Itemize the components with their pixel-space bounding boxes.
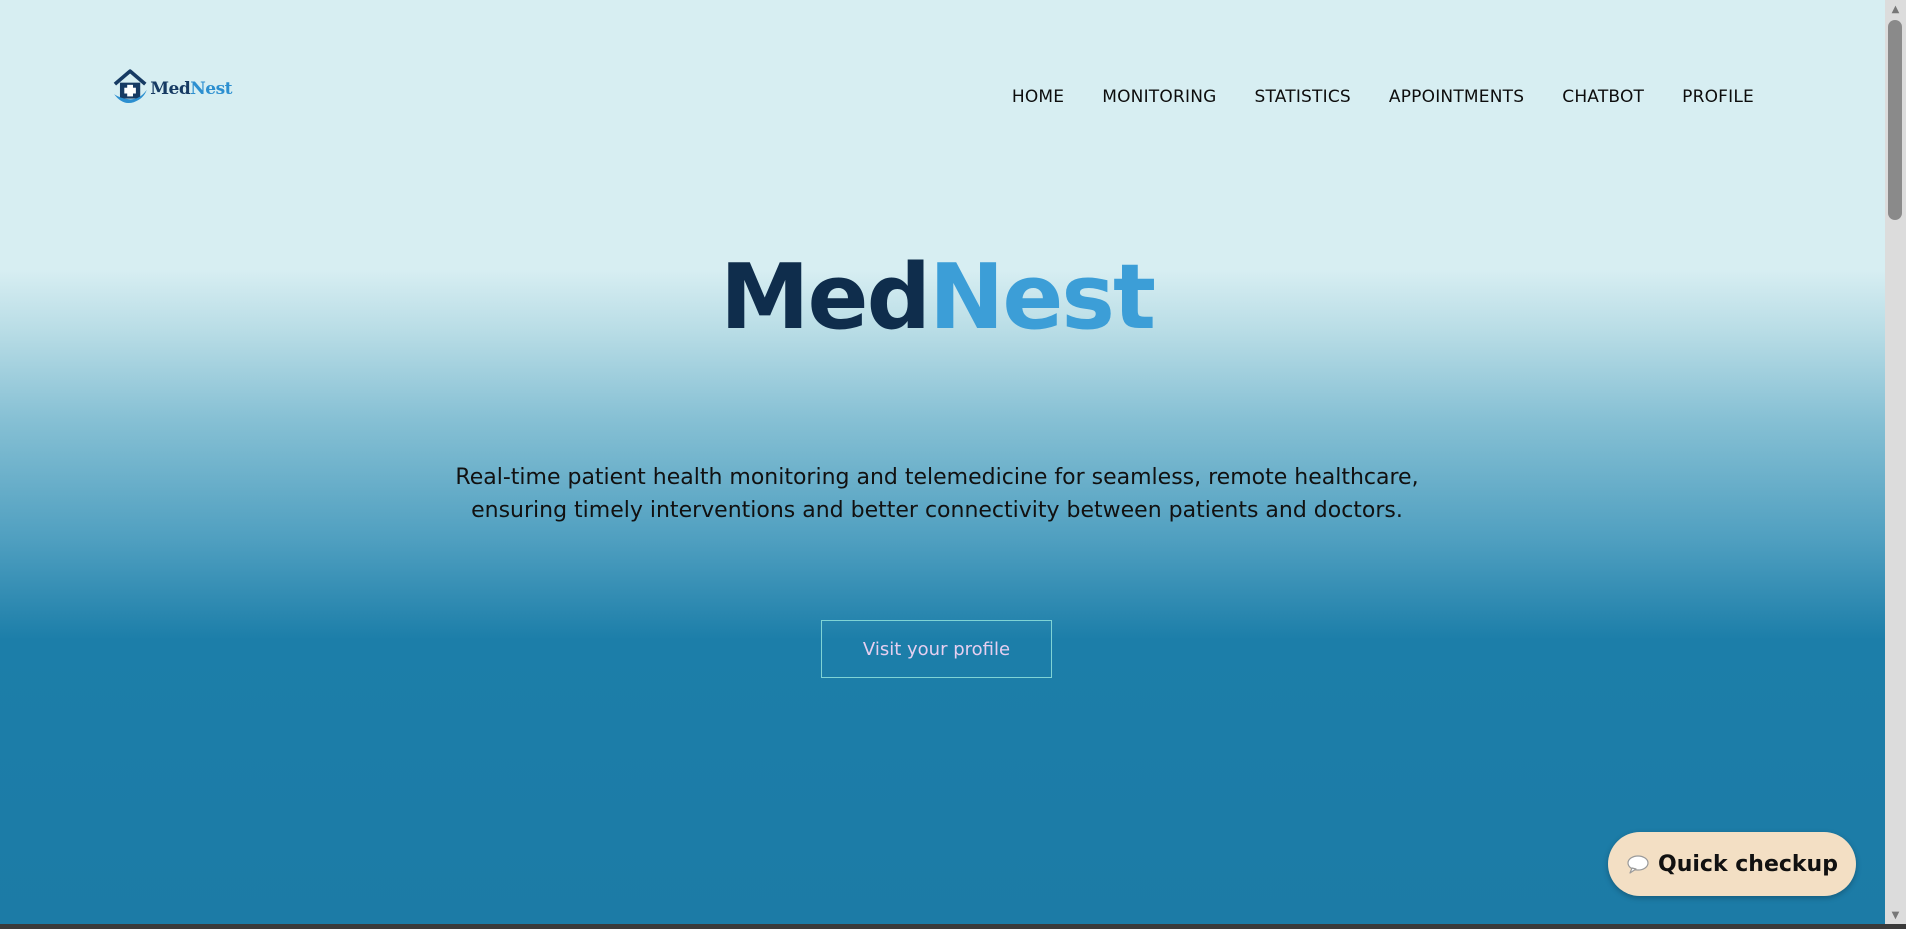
- tagline-line-2: ensuring timely interventions and better…: [471, 498, 1403, 523]
- nav-profile[interactable]: PROFILE: [1682, 87, 1754, 107]
- house-cross-icon: [113, 69, 147, 104]
- nav-appointments[interactable]: APPOINTMENTS: [1389, 87, 1524, 107]
- nav-statistics[interactable]: STATISTICS: [1254, 87, 1350, 107]
- logo-wordmark: MedNest: [150, 79, 232, 99]
- chat-bubble-icon: [1627, 855, 1649, 874]
- vertical-scrollbar[interactable]: ▲ ▼: [1885, 0, 1906, 924]
- hero-title: MedNest: [720, 245, 1156, 350]
- window-bottom-edge: [0, 924, 1906, 929]
- scroll-down-arrow-icon[interactable]: ▼: [1885, 906, 1906, 924]
- page-viewport: MedNest HOME MONITORING STATISTICS APPOI…: [0, 0, 1885, 924]
- nav-chatbot[interactable]: CHATBOT: [1562, 87, 1644, 107]
- scroll-up-arrow-icon[interactable]: ▲: [1885, 0, 1906, 18]
- tagline-line-1: Real-time patient health monitoring and …: [455, 465, 1419, 490]
- scrollbar-thumb[interactable]: [1888, 20, 1902, 220]
- main-nav: HOME MONITORING STATISTICS APPOINTMENTS …: [1012, 87, 1754, 107]
- visit-profile-button[interactable]: Visit your profile: [821, 620, 1052, 678]
- nav-monitoring[interactable]: MONITORING: [1102, 87, 1216, 107]
- nav-home[interactable]: HOME: [1012, 87, 1064, 107]
- quick-checkup-button[interactable]: Quick checkup: [1608, 832, 1856, 896]
- brand-logo[interactable]: MedNest: [112, 60, 232, 114]
- hero-tagline: Real-time patient health monitoring and …: [0, 461, 1874, 527]
- quick-checkup-label: Quick checkup: [1658, 851, 1838, 877]
